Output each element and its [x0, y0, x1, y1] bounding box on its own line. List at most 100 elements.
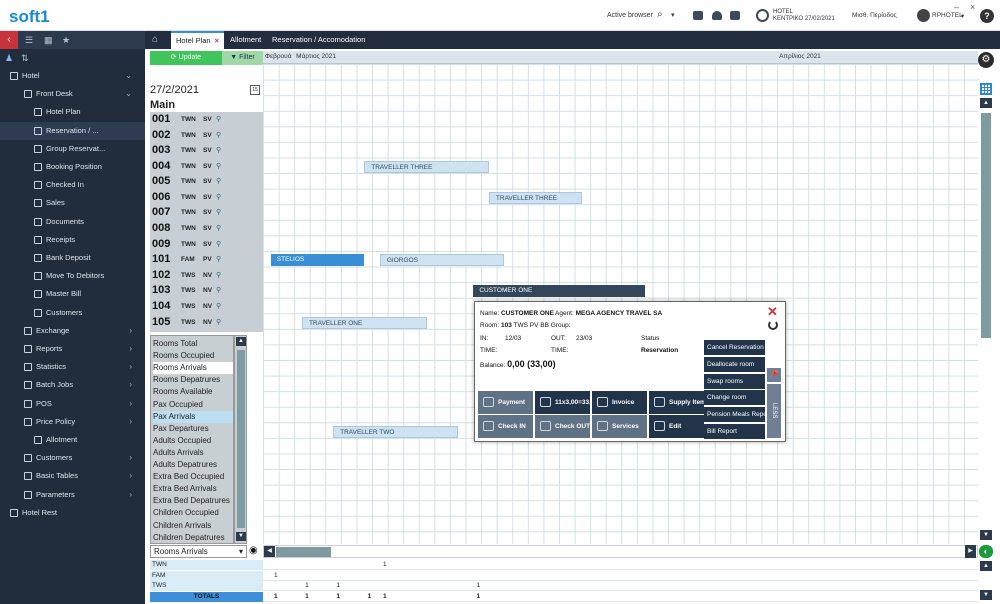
broom-icon[interactable]: ⚲	[216, 193, 221, 201]
sidebar-item[interactable]: Hotel Plan	[0, 103, 145, 121]
room-row[interactable]: 001 TWN SV ⚲	[150, 112, 263, 128]
sidebar-item[interactable]: Customers ›	[0, 449, 145, 467]
vertical-scrollbar[interactable]: ▲ ▼	[979, 96, 992, 543]
sidebar-item[interactable]: Front Desk ⌄	[0, 85, 145, 103]
stats-list-item[interactable]: Rooms Occupied	[153, 350, 233, 362]
scroll-up-icon[interactable]: ▲	[980, 98, 992, 108]
stats-scrollbar[interactable]: ▲ ▼	[234, 335, 247, 544]
update-button[interactable]: ⟳ Update	[150, 51, 222, 65]
star-icon[interactable]: ★	[62, 35, 72, 45]
chevron-down-icon[interactable]: ⌄	[125, 85, 132, 103]
stats-list-item[interactable]: Extra Bed Depatrures	[153, 495, 233, 507]
stats-list-item[interactable]: Rooms Available	[153, 386, 233, 398]
sidebar-item[interactable]: Checked In	[0, 176, 145, 194]
stats-select[interactable]: Rooms Arrivals ▾	[150, 545, 247, 558]
sidebar-item[interactable]: POS ›	[0, 395, 145, 413]
broom-icon[interactable]: ⚲	[216, 131, 221, 139]
toggle-icon[interactable]: ◐	[979, 545, 993, 558]
broom-icon[interactable]: ⚲	[216, 146, 221, 154]
broom-icon[interactable]: ⚲	[216, 318, 221, 326]
less-button[interactable]: LESS	[767, 384, 781, 438]
sidebar-item[interactable]: Parameters ›	[0, 486, 145, 504]
user-tree-icon[interactable]: ♟	[5, 53, 15, 63]
hotel-info[interactable]: HOTEL ΚΕΝΤΡΙΚΟ 27/02/2021	[773, 9, 835, 23]
supply-item-button[interactable]: Supply Item	[649, 391, 706, 414]
room-row[interactable]: 105 TWS NV ⚲	[150, 315, 263, 331]
side-action-button[interactable]: Deallocate room	[704, 356, 765, 372]
list-icon[interactable]: ☰	[25, 35, 35, 45]
vertical-scroll-thumb[interactable]	[981, 113, 991, 338]
close-popup-icon[interactable]: ✕	[767, 304, 778, 320]
sidebar-item[interactable]: Booking Position	[0, 158, 145, 176]
reservation-bar[interactable]: CUSTOMER ONE	[473, 285, 645, 298]
hotel-icon[interactable]	[756, 9, 769, 22]
scroll-up-icon[interactable]: ▲	[236, 337, 246, 346]
sidebar-item[interactable]: Move To Debitors	[0, 267, 145, 285]
chevron-right-icon[interactable]: ›	[129, 413, 132, 431]
scroll-left-icon[interactable]: ◀	[264, 546, 275, 557]
sidebar-item[interactable]: Documents	[0, 213, 145, 231]
side-action-button[interactable]: Bill Report	[704, 424, 765, 439]
stats-list-item[interactable]: Pax Arrivals	[153, 410, 233, 423]
period-label[interactable]: Μισθ. Περίοδος	[852, 12, 897, 19]
sidebar-item[interactable]: Batch Jobs ›	[0, 376, 145, 394]
chevron-right-icon[interactable]: ›	[129, 340, 132, 358]
close-window-icon[interactable]: ×	[970, 2, 975, 12]
sidebar-item[interactable]: Group Reservat...	[0, 140, 145, 158]
chevron-down-icon[interactable]: ⌄	[125, 67, 132, 85]
side-action-button[interactable]: Pension Meals Report	[704, 407, 765, 423]
sidebar-item[interactable]: Master Bill	[0, 285, 145, 303]
chevron-right-icon[interactable]: ›	[129, 449, 132, 467]
broom-icon[interactable]: ⚲	[216, 115, 221, 123]
user-avatar-icon[interactable]	[917, 9, 930, 22]
home-icon[interactable]: ⌂	[152, 34, 158, 45]
plan-date[interactable]: 27/2/2021	[150, 84, 260, 98]
side-action-button[interactable]: Cancel Reservation	[704, 340, 765, 355]
scroll-down-icon[interactable]: ▼	[236, 532, 246, 541]
bell-icon[interactable]	[712, 11, 722, 20]
room-row[interactable]: 002 TWN SV ⚲	[150, 128, 263, 144]
room-row[interactable]: 008 TWN SV ⚲	[150, 221, 263, 237]
room-row[interactable]: 101 FAM PV ⚲	[150, 252, 263, 268]
tab-reservation-accomodation[interactable]: Reservation / Accomodation	[267, 31, 370, 49]
stats-list-item[interactable]: Adults Arrivals	[153, 447, 233, 459]
chevron-right-icon[interactable]: ›	[129, 486, 132, 504]
sidebar-item[interactable]: Allotment	[0, 431, 145, 449]
services-button[interactable]: Services	[592, 415, 647, 438]
horizontal-scrollbar[interactable]: ◀	[263, 545, 978, 558]
broom-icon[interactable]: ⚲	[216, 240, 221, 248]
edit-button[interactable]: Edit	[649, 415, 704, 438]
room-row[interactable]: 006 TWN SV ⚲	[150, 190, 263, 206]
sidebar-item[interactable]: Price Policy ›	[0, 413, 145, 431]
stats-list-item[interactable]: Extra Bed Arrivals	[153, 483, 233, 495]
stats-list-item[interactable]: Children Arrivals	[153, 520, 233, 532]
scroll-down-icon[interactable]: ▼	[980, 530, 992, 540]
room-row[interactable]: 003 TWN SV ⚲	[150, 143, 263, 159]
room-row[interactable]: 102 TWS NV ⚲	[150, 268, 263, 284]
stats-list-item[interactable]: Adults Depatrures	[153, 459, 233, 471]
broom-icon[interactable]: ⚲	[216, 286, 221, 294]
chevron-right-icon[interactable]: ›	[129, 322, 132, 340]
broom-icon[interactable]: ⚲	[216, 162, 221, 170]
room-row[interactable]: 007 TWN SV ⚲	[150, 205, 263, 221]
stats-scroll-thumb[interactable]	[237, 350, 245, 528]
chevron-right-icon[interactable]: ›	[129, 467, 132, 485]
check-in-button[interactable]: Check IN	[478, 415, 533, 438]
payment-button[interactable]: Payment	[478, 391, 533, 414]
chevron-right-icon[interactable]: ›	[129, 376, 132, 394]
broom-icon[interactable]: ⚲	[216, 177, 221, 185]
sort-icon[interactable]: ⇅	[21, 53, 31, 63]
broom-icon[interactable]: ⚲	[216, 271, 221, 279]
sidebar-item[interactable]: Reservation / ...	[0, 121, 145, 140]
stats-list-item[interactable]: Children Occupied	[153, 507, 233, 519]
sidebar-item[interactable]: Reports ›	[0, 340, 145, 358]
side-action-button[interactable]: Change room	[704, 390, 765, 406]
room-row[interactable]: 005 TWN SV ⚲	[150, 174, 263, 190]
user-name[interactable]: RPHOTEL	[932, 12, 963, 19]
sidebar-item[interactable]: Hotel ⌄	[0, 67, 145, 85]
sidebar-item[interactable]: Basic Tables ›	[0, 467, 145, 485]
totals-scroll-down-icon[interactable]: ▼	[980, 590, 992, 600]
totals-scroll-up-icon[interactable]: ▲	[980, 561, 992, 571]
filter-button[interactable]: ▼ Filter	[222, 51, 263, 65]
tab-allotment[interactable]: Allotment	[225, 31, 266, 49]
